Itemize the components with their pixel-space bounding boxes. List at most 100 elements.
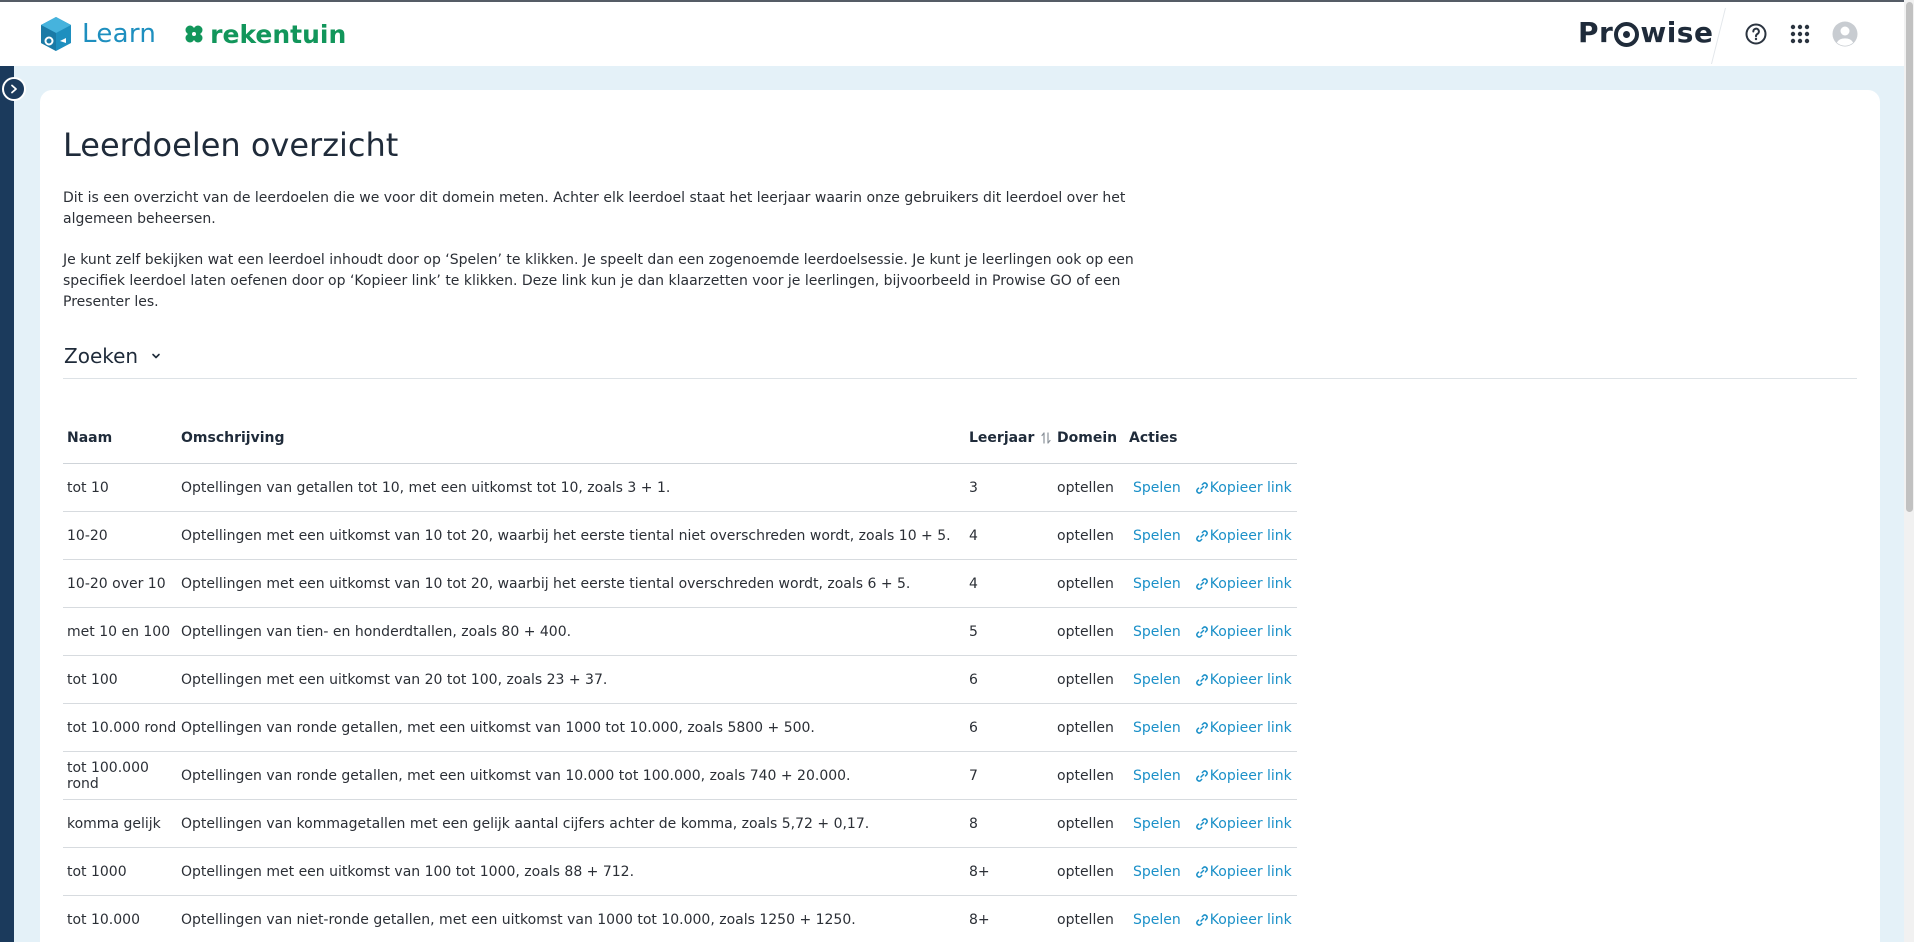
top-bar: Learn rekentuin Pr wise xyxy=(0,0,1904,66)
cell-domein: optellen xyxy=(1057,575,1114,592)
kopieer-link[interactable]: Kopieer link xyxy=(1195,768,1292,784)
cell-leerjaar: 8+ xyxy=(969,911,990,928)
cell-domein: optellen xyxy=(1057,911,1114,928)
spelen-link[interactable]: Spelen xyxy=(1133,720,1181,736)
table-row: met 10 en 100 Optellingen van tien- en ho… xyxy=(63,608,1297,656)
kopieer-link-label: Kopieer link xyxy=(1209,863,1292,880)
prowise-logo[interactable]: Pr wise xyxy=(1578,16,1713,49)
intro-paragraph-1: Dit is een overzicht van de leerdoelen d… xyxy=(63,190,1126,227)
spelen-link[interactable]: Spelen xyxy=(1133,768,1181,784)
kopieer-link[interactable]: Kopieer link xyxy=(1195,816,1292,832)
link-icon xyxy=(1195,625,1208,638)
kopieer-link-label: Kopieer link xyxy=(1209,719,1292,736)
cell-acties: Spelen Kopieer link xyxy=(1129,528,1297,544)
kopieer-link[interactable]: Kopieer link xyxy=(1195,480,1292,496)
cell-naam: komma gelijk xyxy=(67,815,161,832)
table-row: tot 100.000 rond Optellingen van ronde ge… xyxy=(63,752,1297,800)
spelen-link[interactable]: Spelen xyxy=(1133,480,1181,496)
spelen-link[interactable]: Spelen xyxy=(1133,576,1181,592)
cell-acties: Spelen Kopieer link xyxy=(1129,768,1297,784)
table-body: tot 10 Optellingen van getallen tot 10, m… xyxy=(63,464,1297,942)
cell-acties: Spelen Kopieer link xyxy=(1129,624,1297,640)
table-row: tot 10.000 rond Optellingen van ronde get… xyxy=(63,704,1297,752)
cell-domein: optellen xyxy=(1057,767,1114,784)
intro-paragraph-2: Je kunt zelf bekijken wat een leerdoel i… xyxy=(63,252,1134,310)
table-row: tot 10.000 Optellingen van niet-ronde get… xyxy=(63,896,1297,942)
left-sidebar-rail xyxy=(0,66,14,942)
link-icon xyxy=(1195,673,1208,686)
table-header-row: Naam Omschrijving Leerjaar Domein Acties xyxy=(63,412,1297,464)
cell-leerjaar: 8+ xyxy=(969,863,990,880)
spelen-link[interactable]: Spelen xyxy=(1133,912,1181,928)
cell-acties: Spelen Kopieer link xyxy=(1129,864,1297,880)
cell-acties: Spelen Kopieer link xyxy=(1129,816,1297,832)
rekentuin-logo[interactable]: rekentuin xyxy=(184,20,346,49)
user-avatar-icon[interactable] xyxy=(1832,21,1858,47)
content-card: Leerdoelen overzicht Dit is een overzich… xyxy=(40,90,1880,942)
spelen-link[interactable]: Spelen xyxy=(1133,624,1181,640)
cell-omschrijving: Optellingen met een uitkomst van 100 tot… xyxy=(181,863,635,880)
sort-icon[interactable] xyxy=(1040,431,1052,445)
scrollbar-thumb[interactable] xyxy=(1906,2,1913,512)
learning-goals-table: Naam Omschrijving Leerjaar Domein Acties… xyxy=(63,412,1297,942)
cell-acties: Spelen Kopieer link xyxy=(1129,912,1297,928)
cell-leerjaar: 3 xyxy=(969,479,978,496)
cell-domein: optellen xyxy=(1057,527,1114,544)
cell-omschrijving: Optellingen van ronde getallen, met een … xyxy=(181,719,815,736)
spelen-link[interactable]: Spelen xyxy=(1133,816,1181,832)
cell-acties: Spelen Kopieer link xyxy=(1129,576,1297,592)
kopieer-link[interactable]: Kopieer link xyxy=(1195,912,1292,928)
cell-naam: tot 100 xyxy=(67,671,118,688)
cell-leerjaar: 7 xyxy=(969,767,978,784)
column-header-omschrijving: Omschrijving xyxy=(181,429,285,446)
cell-leerjaar: 6 xyxy=(969,719,978,736)
cell-omschrijving: Optellingen van niet-ronde getallen, met… xyxy=(181,911,856,928)
kopieer-link[interactable]: Kopieer link xyxy=(1195,720,1292,736)
spelen-link[interactable]: Spelen xyxy=(1133,672,1181,688)
cell-leerjaar: 4 xyxy=(969,575,978,592)
page-title: Leerdoelen overzicht xyxy=(63,126,399,164)
spelen-link[interactable]: Spelen xyxy=(1133,864,1181,880)
link-icon xyxy=(1195,865,1208,878)
cell-domein: optellen xyxy=(1057,719,1114,736)
column-header-acties: Acties xyxy=(1129,429,1178,446)
kopieer-link-label: Kopieer link xyxy=(1209,623,1292,640)
cell-leerjaar: 5 xyxy=(969,623,978,640)
cell-omschrijving: Optellingen van tien- en honderdtallen, … xyxy=(181,623,572,640)
kopieer-link-label: Kopieer link xyxy=(1209,671,1292,688)
cell-leerjaar: 6 xyxy=(969,671,978,688)
cell-naam: tot 100.000 rond xyxy=(67,759,149,792)
sidebar-expand-button[interactable] xyxy=(2,77,26,101)
column-header-leerjaar[interactable]: Leerjaar xyxy=(969,430,1057,446)
cell-acties: Spelen Kopieer link xyxy=(1129,720,1297,736)
table-row: tot 1000 Optellingen met een uitkomst van… xyxy=(63,848,1297,896)
kopieer-link[interactable]: Kopieer link xyxy=(1195,672,1292,688)
table-row: tot 10 Optellingen van getallen tot 10, m… xyxy=(63,464,1297,512)
cell-domein: optellen xyxy=(1057,815,1114,832)
kopieer-link-label: Kopieer link xyxy=(1209,479,1292,496)
cell-omschrijving: Optellingen met een uitkomst van 10 tot … xyxy=(181,575,911,592)
kopieer-link[interactable]: Kopieer link xyxy=(1195,864,1292,880)
cell-acties: Spelen Kopieer link xyxy=(1129,672,1297,688)
learn-label: Learn xyxy=(82,19,157,49)
kopieer-link[interactable]: Kopieer link xyxy=(1195,576,1292,592)
cell-domein: optellen xyxy=(1057,479,1114,496)
apps-grid-icon[interactable] xyxy=(1788,22,1812,46)
table-row: 10-20 over 10 Optellingen met een uitkoms… xyxy=(63,560,1297,608)
prowise-o-icon xyxy=(1614,22,1640,47)
help-icon[interactable] xyxy=(1744,22,1768,46)
kopieer-link[interactable]: Kopieer link xyxy=(1195,624,1292,640)
column-header-naam: Naam xyxy=(67,429,113,446)
learn-logo[interactable]: Learn xyxy=(38,15,156,53)
table-row: komma gelijk Optellingen van kommagetalle… xyxy=(63,800,1297,848)
search-toggle[interactable]: Zoeken xyxy=(64,344,162,368)
spelen-link[interactable]: Spelen xyxy=(1133,528,1181,544)
cell-domein: optellen xyxy=(1057,863,1114,880)
cell-domein: optellen xyxy=(1057,623,1114,640)
link-icon xyxy=(1195,577,1208,590)
column-header-domein: Domein xyxy=(1057,429,1118,446)
link-icon xyxy=(1195,481,1208,494)
rekentuin-label: rekentuin xyxy=(210,19,347,49)
kopieer-link-label: Kopieer link xyxy=(1209,575,1292,592)
kopieer-link[interactable]: Kopieer link xyxy=(1195,528,1292,544)
